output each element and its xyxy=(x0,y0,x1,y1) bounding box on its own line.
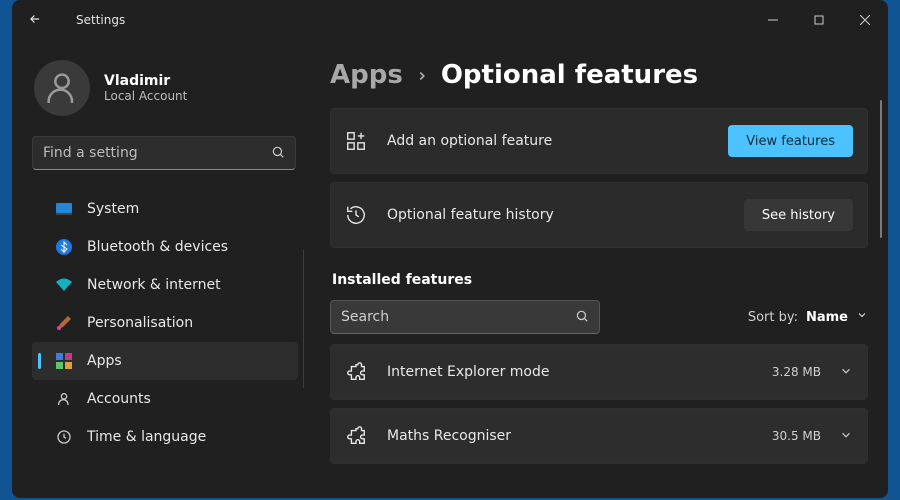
profile[interactable]: Vladimir Local Account xyxy=(34,60,298,116)
sidebar-item-personalisation[interactable]: Personalisation xyxy=(32,304,298,342)
feature-row[interactable]: Maths Recogniser 30.5 MB xyxy=(330,408,868,464)
puzzle-icon xyxy=(345,425,367,447)
sort-value: Name xyxy=(806,310,848,325)
sidebar-item-time-language[interactable]: Time & language xyxy=(32,418,298,456)
see-history-button[interactable]: See history xyxy=(744,199,853,231)
add-feature-label: Add an optional feature xyxy=(387,133,728,149)
feature-size: 3.28 MB xyxy=(772,365,821,379)
titlebar: Settings xyxy=(12,0,888,40)
wifi-icon xyxy=(55,276,73,294)
sidebar-item-label: Time & language xyxy=(87,429,206,445)
feature-name: Internet Explorer mode xyxy=(387,364,772,380)
sidebar-item-network[interactable]: Network & internet xyxy=(32,266,298,304)
view-features-button[interactable]: View features xyxy=(728,125,853,157)
filter-row: Sort by: Name xyxy=(330,300,868,334)
back-button[interactable] xyxy=(28,11,52,30)
feature-name: Maths Recogniser xyxy=(387,428,772,444)
installed-search-input[interactable] xyxy=(341,309,575,325)
main: Apps Optional features Add an optional f… xyxy=(312,40,888,498)
monitor-icon xyxy=(55,200,73,218)
search-icon xyxy=(271,144,285,163)
sidebar-item-apps[interactable]: Apps xyxy=(32,342,298,380)
installed-search[interactable] xyxy=(330,300,600,334)
sidebar: Vladimir Local Account System xyxy=(12,40,312,498)
sidebar-item-label: Bluetooth & devices xyxy=(87,239,228,255)
scrollbar[interactable] xyxy=(880,100,882,238)
app-title: Settings xyxy=(76,13,125,27)
grid-plus-icon xyxy=(345,130,367,152)
sidebar-item-bluetooth[interactable]: Bluetooth & devices xyxy=(32,228,298,266)
user-account-type: Local Account xyxy=(104,89,187,103)
page-title: Optional features xyxy=(441,60,698,90)
close-button[interactable] xyxy=(842,0,888,40)
feature-row[interactable]: Internet Explorer mode 3.28 MB xyxy=(330,344,868,400)
sort-label: Sort by: xyxy=(748,310,798,325)
sidebar-item-label: Accounts xyxy=(87,391,151,407)
bluetooth-icon xyxy=(55,238,73,256)
breadcrumb-parent[interactable]: Apps xyxy=(330,60,403,90)
sidebar-item-label: Apps xyxy=(87,353,122,369)
nav: System Bluetooth & devices Network & int… xyxy=(32,190,298,470)
user-name: Vladimir xyxy=(104,73,187,89)
search-icon xyxy=(575,308,589,327)
puzzle-icon xyxy=(345,361,367,383)
add-feature-card: Add an optional feature View features xyxy=(330,108,868,174)
installed-list: Internet Explorer mode 3.28 MB Maths Rec… xyxy=(330,344,868,464)
window-controls xyxy=(750,0,888,40)
history-icon xyxy=(345,204,367,226)
sidebar-item-label: Network & internet xyxy=(87,277,221,293)
breadcrumb: Apps Optional features xyxy=(330,60,868,90)
chevron-right-icon xyxy=(415,68,429,87)
find-setting-input[interactable] xyxy=(43,145,271,161)
chevron-down-icon xyxy=(856,309,868,325)
clock-globe-icon xyxy=(55,428,73,446)
find-setting-search[interactable] xyxy=(32,136,296,170)
content: Vladimir Local Account System xyxy=(12,40,888,498)
sort-control[interactable]: Sort by: Name xyxy=(748,309,868,325)
chevron-down-icon xyxy=(839,427,853,446)
history-label: Optional feature history xyxy=(387,207,744,223)
person-icon xyxy=(55,390,73,408)
brush-icon xyxy=(55,314,73,332)
sidebar-item-system[interactable]: System xyxy=(32,190,298,228)
sidebar-item-accounts[interactable]: Accounts xyxy=(32,380,298,418)
installed-heading: Installed features xyxy=(332,272,868,288)
maximize-button[interactable] xyxy=(796,0,842,40)
settings-window: Settings Vladimir xyxy=(12,0,888,498)
history-card: Optional feature history See history xyxy=(330,182,868,248)
avatar xyxy=(34,60,90,116)
minimize-button[interactable] xyxy=(750,0,796,40)
sidebar-item-label: Personalisation xyxy=(87,315,193,331)
sidebar-separator xyxy=(303,250,304,388)
chevron-down-icon xyxy=(839,363,853,382)
feature-size: 30.5 MB xyxy=(772,429,821,443)
sidebar-item-label: System xyxy=(87,201,139,217)
apps-icon xyxy=(55,352,73,370)
